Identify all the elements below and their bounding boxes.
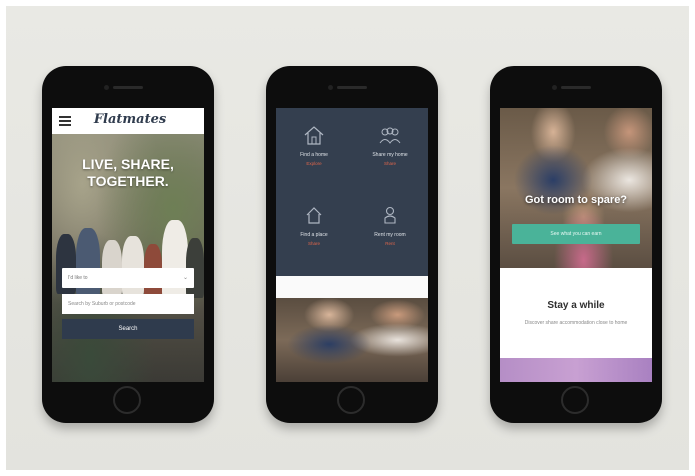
option-link[interactable]: Rent xyxy=(352,241,428,246)
hero-headline: LIVE, SHARE, TOGETHER. xyxy=(52,156,204,190)
option-link[interactable]: Share xyxy=(276,241,352,246)
search-form: I'd like to ⌄ Search by Suburb or postco… xyxy=(62,268,194,339)
search-button[interactable]: Search xyxy=(62,319,194,339)
option-label: Find a home xyxy=(300,152,328,158)
screen-options: Find a home Explore Share my home Share … xyxy=(276,108,428,382)
option-share-home[interactable]: Share my home Share xyxy=(352,108,428,188)
home-button xyxy=(337,386,365,414)
chevron-down-icon: ⌄ xyxy=(182,275,188,281)
home-button xyxy=(561,386,589,414)
screen-host: Got room to spare? See what you can earn… xyxy=(500,108,652,382)
earpiece-speaker xyxy=(113,86,143,89)
section-description: Discover share accommodation close to ho… xyxy=(524,320,628,326)
option-label: Share my home xyxy=(372,152,408,158)
options-grid: Find a home Explore Share my home Share … xyxy=(276,108,428,276)
house-outline-icon xyxy=(304,126,324,145)
intent-select[interactable]: I'd like to ⌄ xyxy=(62,268,194,288)
phone-mockup-1: Flatmates LIVE, SHARE, TOGETHER. I'd lik… xyxy=(42,66,214,423)
house-small-icon xyxy=(306,207,322,224)
earpiece-speaker xyxy=(561,86,591,89)
option-label: Rent my room xyxy=(374,232,406,238)
app-logo[interactable]: Flatmates xyxy=(90,112,170,127)
section-title: Stay a while xyxy=(547,300,605,311)
option-rent-room[interactable]: Rent my room Rent xyxy=(352,188,428,268)
option-label: Find a place xyxy=(300,232,328,238)
person-icon xyxy=(384,206,396,224)
suburb-search-input[interactable]: Search by Suburb or postcode xyxy=(62,294,194,314)
front-camera xyxy=(552,85,557,90)
family-kitchen-photo xyxy=(500,108,652,268)
option-link[interactable]: Explore xyxy=(276,161,352,166)
screen-home: Flatmates LIVE, SHARE, TOGETHER. I'd lik… xyxy=(52,108,204,382)
headline-line-2: TOGETHER. xyxy=(87,173,169,189)
option-find-home[interactable]: Find a home Explore xyxy=(276,108,352,188)
hamburger-menu-icon[interactable] xyxy=(59,116,71,126)
people-group-icon xyxy=(379,127,401,144)
app-header: Flatmates xyxy=(52,108,204,134)
stay-section: Stay a while Discover share accommodatio… xyxy=(500,268,652,358)
kitchen-family-photo xyxy=(276,298,428,382)
headline-line-1: LIVE, SHARE, xyxy=(82,156,174,172)
home-button xyxy=(113,386,141,414)
divider-strip xyxy=(276,276,428,298)
front-camera xyxy=(104,85,109,90)
host-question: Got room to spare? xyxy=(524,194,628,206)
option-link[interactable]: Share xyxy=(352,161,428,166)
front-camera xyxy=(328,85,333,90)
intent-select-value: I'd like to xyxy=(68,275,88,281)
phone-mockup-2: Find a home Explore Share my home Share … xyxy=(266,66,438,423)
earpiece-speaker xyxy=(337,86,367,89)
earn-cta-button[interactable]: See what you can earn xyxy=(512,224,640,244)
option-find-place[interactable]: Find a place Share xyxy=(276,188,352,268)
purple-image-strip xyxy=(500,358,652,382)
phone-mockup-3: Got room to spare? See what you can earn… xyxy=(490,66,662,423)
